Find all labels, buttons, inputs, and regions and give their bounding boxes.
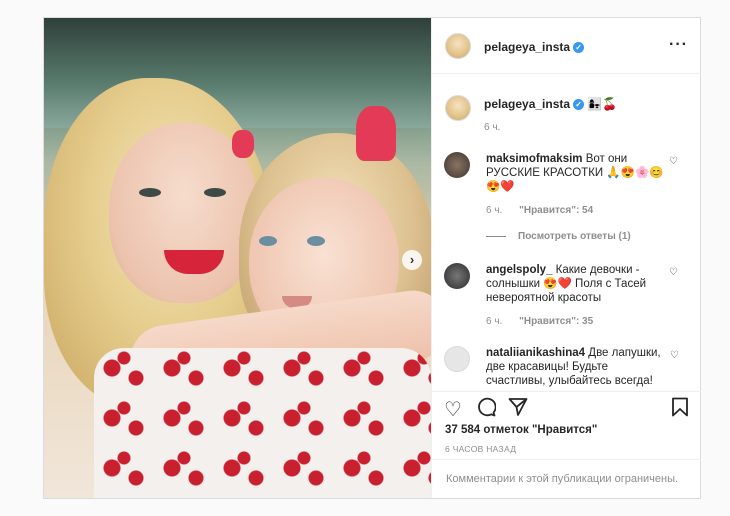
comment-likes[interactable]: "Нравится": 54	[519, 205, 593, 216]
commenter-avatar[interactable]	[444, 346, 470, 372]
comment-username[interactable]: maksimofmaksim	[486, 153, 583, 165]
verified-badge-icon: ✓	[573, 99, 585, 111]
posted-time[interactable]: 6 ЧАСОВ НАЗАД	[445, 444, 516, 454]
post-header: pelageya_insta ✓ ···	[432, 18, 701, 74]
verified-badge-icon: ✓	[573, 42, 585, 54]
comment-time[interactable]: 6 ч.	[486, 316, 502, 327]
comment-icon[interactable]	[476, 397, 497, 423]
post-card: › pelageya_insta ✓ ··· pelageya_insta ✓ 👩‍…	[43, 17, 701, 499]
caption-text: 👩‍👧🍒	[587, 97, 618, 111]
comment-time[interactable]: 6 ч.	[486, 205, 502, 216]
caption-username[interactable]: pelageya_insta	[484, 97, 570, 111]
comment-like-icon[interactable]: ♡	[670, 350, 679, 361]
post-photo[interactable]: ›	[44, 18, 431, 498]
comment-likes[interactable]: "Нравится": 35	[519, 316, 593, 327]
comment-like-icon[interactable]: ♡	[669, 156, 678, 167]
comment-username[interactable]: nataliianikashina4	[486, 347, 585, 359]
chevron-right-icon[interactable]: ›	[402, 250, 422, 270]
heart-icon[interactable]: ♡	[444, 397, 462, 422]
bookmark-icon[interactable]	[671, 397, 689, 423]
view-replies-button[interactable]: Посмотреть ответы (1)	[486, 231, 631, 242]
caption-time[interactable]: 6 ч.	[484, 122, 500, 133]
more-options-icon[interactable]: ···	[669, 36, 688, 54]
caption-avatar[interactable]	[445, 95, 471, 121]
comment-like-icon[interactable]: ♡	[669, 267, 678, 278]
author-avatar[interactable]	[445, 33, 471, 59]
post-sidebar: pelageya_insta ✓ ··· pelageya_insta ✓ 👩‍👧🍒…	[431, 18, 701, 498]
author-username[interactable]: pelageya_insta	[484, 40, 570, 54]
comment-username[interactable]: angelspoly_	[486, 264, 552, 276]
comments-restricted-notice: Комментарии к этой публикации ограничены…	[432, 459, 701, 498]
commenter-avatar[interactable]	[444, 263, 470, 289]
likes-count[interactable]: 37 584 отметок "Нравится"	[445, 424, 597, 436]
commenter-avatar[interactable]	[444, 152, 470, 178]
send-icon[interactable]	[508, 397, 528, 423]
